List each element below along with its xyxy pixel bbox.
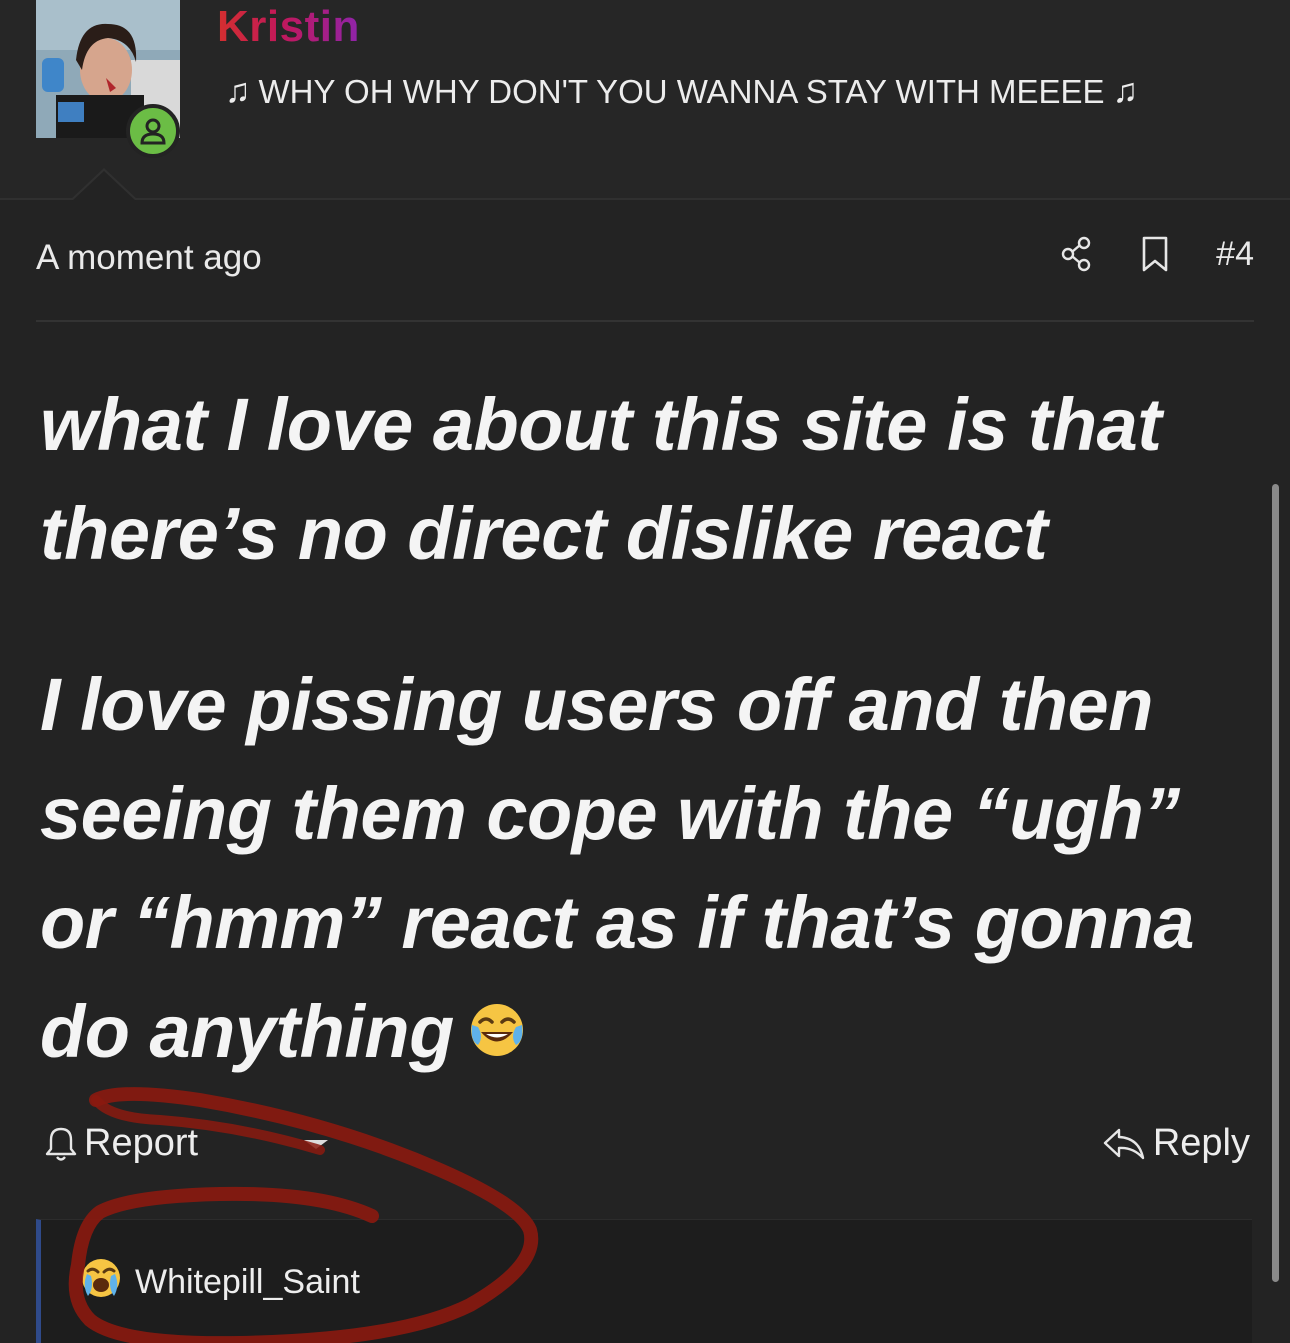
face-with-tears-of-joy-icon xyxy=(468,979,526,1088)
loudly-crying-face-icon xyxy=(79,1256,123,1309)
forum-post-page: Kristin ♫ WHY OH WHY DON'T YOU WANNA STA… xyxy=(0,0,1290,1343)
reply-icon xyxy=(1103,1128,1145,1159)
header-pointer-fill xyxy=(72,171,136,201)
report-label: Report xyxy=(84,1122,199,1164)
post-number-link[interactable]: #4 xyxy=(1216,235,1254,274)
user-title: ♫ WHY OH WHY DON'T YOU WANNA STAY WITH M… xyxy=(217,72,1146,111)
online-status-badge xyxy=(126,104,180,158)
user-title-text: WHY OH WHY DON'T YOU WANNA STAY WITH MEE… xyxy=(258,72,1105,110)
meta-divider xyxy=(36,320,1254,322)
reactions-bar[interactable]: Whitepill_Saint xyxy=(36,1219,1252,1343)
post-paragraph: what I love about this site is that ther… xyxy=(40,383,1162,575)
post-footer: Report Reply xyxy=(36,1122,1250,1172)
bell-icon xyxy=(45,1127,77,1161)
bookmark-icon[interactable] xyxy=(1138,234,1172,274)
music-note-icon: ♫ xyxy=(225,72,251,110)
scrollbar[interactable] xyxy=(1272,484,1279,1282)
post-timestamp[interactable]: A moment ago xyxy=(36,238,262,278)
post-body: what I love about this site is that ther… xyxy=(40,370,1270,1092)
reply-label: Reply xyxy=(1152,1122,1250,1164)
reaction-summary[interactable]: Whitepill_Saint xyxy=(79,1256,360,1309)
user-icon xyxy=(140,118,166,145)
chevron-down-icon[interactable] xyxy=(304,1140,328,1149)
reply-button[interactable]: Reply xyxy=(1101,1122,1250,1165)
music-note-icon: ♫ xyxy=(1112,72,1139,110)
share-icon[interactable] xyxy=(1060,234,1094,274)
post-paragraph: I love pissing users off and then seeing… xyxy=(40,663,1195,1073)
post-meta-actions: #4 xyxy=(1060,234,1254,274)
username[interactable]: Kristin xyxy=(217,2,360,52)
report-button[interactable]: Report xyxy=(44,1122,198,1165)
post-meta-bar: A moment ago #4 xyxy=(36,232,1254,288)
post-paragraph-with-emoji: I love pissing users off and then seeing… xyxy=(40,650,1270,1092)
reaction-user-link[interactable]: Whitepill_Saint xyxy=(135,1263,360,1302)
post-user-header: Kristin ♫ WHY OH WHY DON'T YOU WANNA STA… xyxy=(0,0,1290,200)
